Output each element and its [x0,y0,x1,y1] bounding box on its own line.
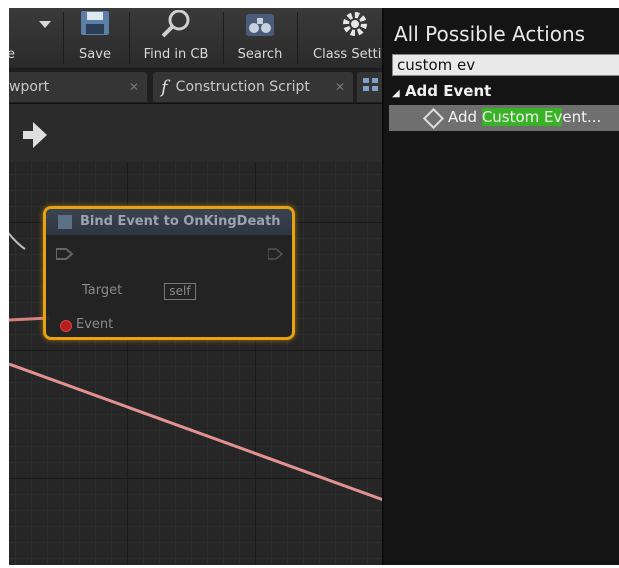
chevron-down-icon [39,18,51,33]
binoculars-icon [243,10,277,42]
exec-out-pin-icon[interactable] [268,247,284,261]
all-actions-panel: All Possible Actions ◢ Add Event Add Cus… [382,8,619,565]
search-label: Search [237,47,283,62]
tab-viewport-label: wport [9,79,50,95]
action-label: Add Custom Event... [448,108,602,126]
event-pin-icon[interactable] [60,320,72,332]
exec-wire [9,232,26,250]
delegate-wire-long [9,362,389,504]
exec-in-pin-icon[interactable] [56,247,80,261]
close-icon[interactable]: ✕ [129,80,139,94]
target-pin-label: Target [82,283,123,298]
toolbar-separator [297,12,298,64]
category-add-event[interactable]: ◢ Add Event [392,82,491,100]
tab-construction-label: Construction Script [175,79,310,95]
save-label: Save [79,47,111,62]
blueprint-editor: e Save Find in CB Search Class Setti wpo… [9,8,619,565]
toolbar-fragment-label: e [9,47,15,62]
magnifier-icon [159,9,193,42]
search-highlight: Custom Ev [481,108,563,126]
collapse-arrow-icon: ◢ [392,88,400,99]
target-self-value[interactable]: self [164,283,196,300]
event-pin-label: Event [76,317,114,332]
class-settings-label: Class Setti [313,47,382,62]
event-diamond-icon [422,107,445,130]
action-search-input[interactable] [392,54,619,76]
close-icon[interactable]: ✕ [335,80,345,94]
action-add-custom-event[interactable]: Add Custom Event... [389,105,619,131]
search-button[interactable]: Search [229,8,291,68]
toolbar-separator [129,12,130,64]
bind-event-node[interactable]: Bind Event to OnKingDeath Target self Ev… [43,206,295,340]
node-header: Bind Event to OnKingDeath [46,209,292,235]
floppy-icon [80,10,110,40]
tab-bar: wport ✕ f Construction Script ✕ [9,69,397,104]
find-in-cb-label: Find in CB [143,47,209,62]
gear-icon [341,10,369,42]
toolbar-dropdown[interactable]: e [9,8,55,68]
save-button[interactable]: Save [67,8,123,68]
node-title: Bind Event to OnKingDeath [80,214,281,229]
toolbar-separator [223,12,224,64]
category-label: Add Event [404,82,492,100]
find-in-cb-button[interactable]: Find in CB [135,8,217,68]
grid-icon [363,78,379,96]
toolbar-separator [63,12,64,64]
tab-viewport[interactable]: wport ✕ [9,72,147,102]
function-icon: f [161,76,168,98]
toolbar: e Save Find in CB Search Class Setti [9,8,389,69]
class-settings-button[interactable]: Class Setti [303,8,389,68]
tab-construction-script[interactable]: f Construction Script ✕ [153,72,353,102]
panel-title: All Possible Actions [394,22,586,46]
node-function-icon [58,215,72,229]
